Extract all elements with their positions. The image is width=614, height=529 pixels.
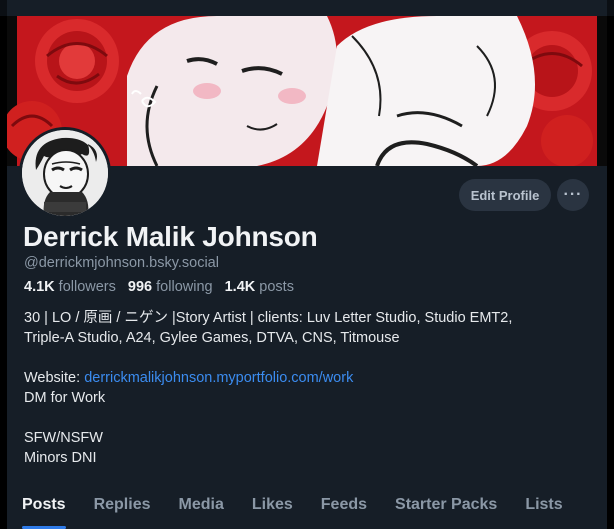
bio-line: SFW/NSFW: [24, 430, 103, 446]
avatar-illustration: [22, 130, 108, 216]
bio-line: Minors DNI: [24, 450, 97, 466]
bio-line: Triple-A Studio, A24, Gylee Games, DTVA,…: [24, 330, 400, 346]
profile-handle: @derrickmjohnson.bsky.social: [24, 255, 219, 271]
followers-link[interactable]: 4.1K followers: [24, 279, 116, 295]
tab-likes[interactable]: Likes: [252, 496, 293, 529]
tab-posts[interactable]: Posts: [22, 496, 66, 529]
avatar[interactable]: [19, 127, 111, 219]
tab-media[interactable]: Media: [179, 496, 224, 529]
profile-stats: 4.1K followers 996 following 1.4K posts: [24, 279, 294, 295]
posts-label: posts: [259, 279, 294, 295]
tab-starter-packs[interactable]: Starter Packs: [395, 496, 497, 529]
following-link[interactable]: 996 following: [128, 279, 213, 295]
tab-replies[interactable]: Replies: [94, 496, 151, 529]
profile-tabs: Posts Replies Media Likes Feeds Starter …: [22, 496, 563, 529]
display-name: Derrick Malik Johnson: [23, 221, 318, 252]
bio-line: 30 | LO / 原画 / ニゲン |Story Artist | clien…: [24, 310, 513, 326]
following-count: 996: [127, 279, 153, 295]
edit-profile-button[interactable]: Edit Profile: [459, 179, 551, 211]
posts-stat: 1.4K posts: [225, 279, 294, 295]
tab-lists[interactable]: Lists: [525, 496, 562, 529]
bio-website-line: Website: derrickmalikjohnson.myportfolio…: [24, 368, 584, 388]
website-label: Website:: [24, 370, 85, 386]
followers-label: followers: [58, 279, 116, 295]
profile-bio: 30 | LO / 原画 / ニゲン |Story Artist | clien…: [24, 308, 584, 468]
ellipsis-icon[interactable]: ···: [557, 179, 589, 211]
followers-count: 4.1K: [24, 279, 55, 295]
posts-count: 1.4K: [224, 279, 256, 295]
website-link[interactable]: derrickmalikjohnson.myportfolio.com/work: [84, 370, 353, 386]
bio-line: DM for Work: [24, 390, 106, 406]
following-label: following: [156, 279, 213, 295]
tab-feeds[interactable]: Feeds: [321, 496, 367, 529]
